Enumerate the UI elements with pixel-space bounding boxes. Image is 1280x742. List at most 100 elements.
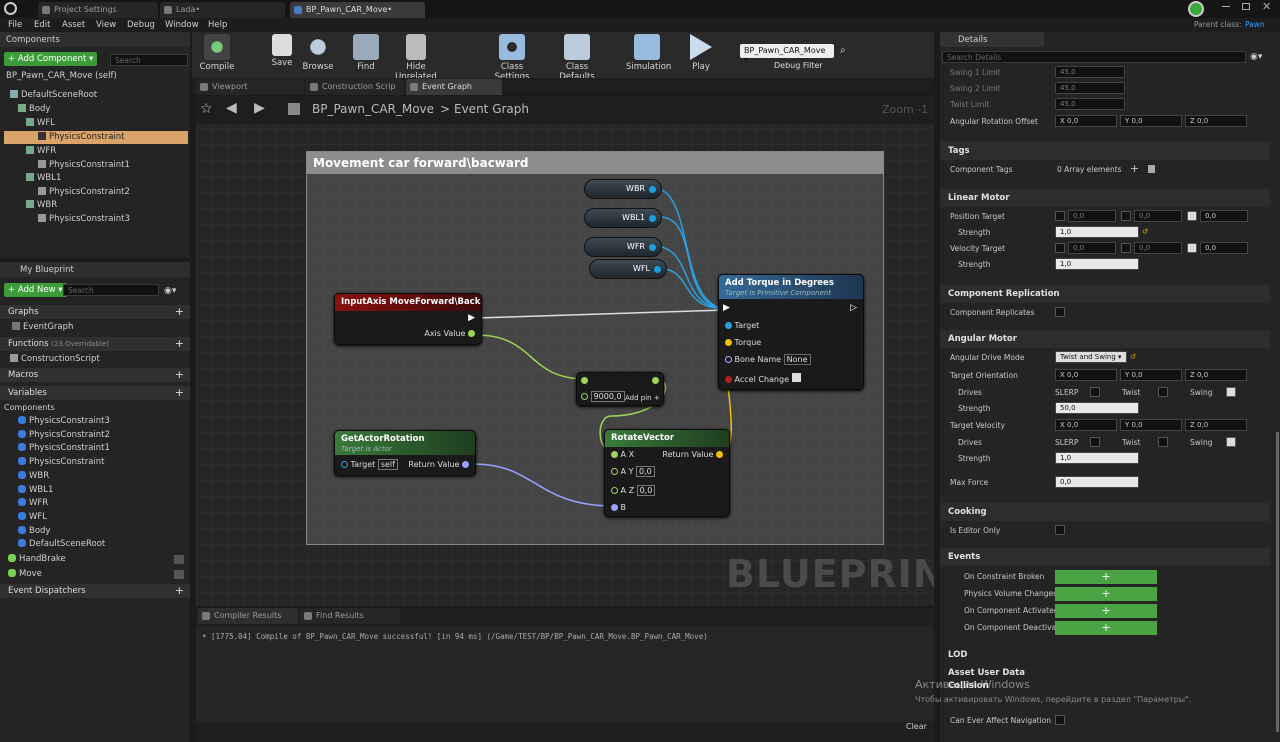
add-variable-icon[interactable]: + <box>175 386 184 399</box>
add-torque-node[interactable]: Add Torque in Degrees Target is Primitive… <box>718 274 864 390</box>
axis-value-pin[interactable]: Axis Value <box>424 329 475 338</box>
unreal-logo-icon[interactable] <box>4 2 17 15</box>
tags-section[interactable]: Tags <box>940 142 1270 160</box>
offset-z-field[interactable]: Z 0,0 <box>1185 115 1247 127</box>
pin-out-icon[interactable] <box>654 266 661 273</box>
linear-motor-section[interactable]: Linear Motor <box>940 189 1270 207</box>
trash-icon[interactable] <box>1148 165 1155 173</box>
play-button[interactable]: Play <box>686 34 716 72</box>
drive-mode-select[interactable]: Twist and Swing ▾ <box>1055 351 1127 363</box>
var-physicsconstraint1[interactable]: PhysicsConstraint1 <box>18 442 110 455</box>
components-category[interactable]: Components <box>4 401 55 414</box>
add-pin-button[interactable]: Add pin + <box>625 394 660 402</box>
window-minimize-button[interactable] <box>1222 6 1230 7</box>
tab-construction-script[interactable]: Construction Scrip <box>306 79 404 95</box>
pos-x-checkbox[interactable] <box>1055 211 1065 221</box>
pos-strength-field[interactable]: 1,0 <box>1055 226 1139 238</box>
components-search-input[interactable]: Search <box>110 54 188 66</box>
tab-project-settings[interactable]: Project Settings <box>38 2 158 18</box>
vel-x-checkbox[interactable] <box>1055 243 1065 253</box>
pos-y-field[interactable]: 0,0 <box>1134 210 1182 222</box>
var-physicsconstraint[interactable]: PhysicsConstraint <box>18 456 105 469</box>
multiply-value-pin[interactable]: 9000,0 <box>581 391 625 402</box>
menu-file[interactable]: File <box>8 20 22 30</box>
vel-twist-checkbox[interactable] <box>1158 437 1168 447</box>
tab-viewport[interactable]: Viewport <box>196 79 304 95</box>
tree-wbr[interactable]: WBR <box>26 199 57 212</box>
menu-edit[interactable]: Edit <box>34 20 50 30</box>
class-settings-button[interactable]: Class Settings <box>484 34 540 82</box>
add-event-button[interactable]: + <box>1055 604 1157 618</box>
class-defaults-button[interactable]: Class Defaults <box>548 34 606 82</box>
tab-bp-pawn-car-move[interactable]: BP_Pawn_CAR_Move• <box>290 2 425 18</box>
multiply-value-field[interactable]: 9000,0 <box>590 391 625 402</box>
orient-strength-field[interactable]: 50,0 <box>1055 402 1139 414</box>
exec-out-pin-icon[interactable]: ▶ <box>468 313 475 323</box>
details-eye-icon[interactable]: ◉▾ <box>1250 52 1262 62</box>
var-physicsconstraint3[interactable]: PhysicsConstraint3 <box>18 415 110 428</box>
tree-defaultsceneroot[interactable]: DefaultSceneRoot <box>10 89 97 102</box>
tree-wfl[interactable]: WFL <box>26 117 55 130</box>
var-handbrake[interactable]: HandBrake <box>8 553 186 566</box>
exec-in-pin-icon[interactable]: ▶ <box>723 303 730 313</box>
var-body[interactable]: Body <box>18 525 50 538</box>
debug-search-icon[interactable]: ⌕ <box>840 45 846 56</box>
angular-vel-strength-field[interactable]: 1,0 <box>1055 452 1139 464</box>
clear-button[interactable]: Clear <box>906 722 927 731</box>
menu-asset[interactable]: Asset <box>62 20 85 30</box>
tree-body[interactable]: Body <box>18 103 50 116</box>
window-maximize-button[interactable] <box>1242 3 1250 10</box>
parent-class-link[interactable]: Pawn <box>1245 20 1265 29</box>
var-defaultsceneroot[interactable]: DefaultSceneRoot <box>18 538 105 551</box>
orient-x-field[interactable]: X 0,0 <box>1055 369 1117 381</box>
vel-z-field[interactable]: 0,0 <box>1200 242 1248 254</box>
add-component-button[interactable]: + Add Component ▾ <box>4 52 98 66</box>
editor-only-checkbox[interactable] <box>1055 525 1065 535</box>
var-wfr[interactable]: WFR <box>18 497 48 510</box>
debug-filter-select[interactable]: BP_Pawn_CAR_Move ▾ <box>740 44 834 64</box>
pin-out-icon[interactable] <box>649 244 656 251</box>
construction-script-item[interactable]: ConstructionScript <box>10 353 100 366</box>
slerp-checkbox[interactable] <box>1090 387 1100 397</box>
rotate-ay-pin[interactable]: A Y 0,0 <box>611 466 655 477</box>
add-function-icon[interactable]: + <box>175 337 184 350</box>
add-dispatcher-icon[interactable]: + <box>175 584 184 597</box>
bone-name-field[interactable]: None <box>783 354 811 365</box>
vel-x-field[interactable]: 0,0 <box>1068 242 1116 254</box>
multiply-node[interactable]: 9000,0 Add pin + <box>576 372 664 406</box>
accel-change-checkbox[interactable] <box>791 373 801 382</box>
pos-x-field[interactable]: 0,0 <box>1068 210 1116 222</box>
tvel-y-field[interactable]: Y 0,0 <box>1120 419 1182 431</box>
tree-physicsconstraint2[interactable]: PhysicsConstraint2 <box>38 186 130 199</box>
eye-icon[interactable]: ◉▾ <box>164 286 176 296</box>
az-field[interactable]: 0,0 <box>636 485 656 496</box>
input-axis-node[interactable]: InputAxis MoveForward\Back ▶ Axis Value <box>334 293 482 345</box>
tab-find-results[interactable]: Find Results <box>300 608 400 624</box>
add-tag-icon[interactable]: + <box>1130 162 1139 175</box>
tree-physicsconstraint1[interactable]: PhysicsConstraint1 <box>38 159 130 172</box>
float-in-pin-icon[interactable] <box>581 377 588 384</box>
var-wfl[interactable]: WFL <box>18 511 47 524</box>
window-close-button[interactable]: ✕ <box>1262 0 1271 13</box>
rotate-vector-node[interactable]: RotateVector A X A Y 0,0 A Z 0,0 B Retur… <box>604 429 730 517</box>
add-new-button[interactable]: + Add New ▾ <box>4 283 67 297</box>
self-field[interactable]: self <box>377 459 398 470</box>
self-item[interactable]: BP_Pawn_CAR_Move (self) <box>6 70 117 83</box>
event-graph-canvas[interactable]: ☆ ◀ ▶ BP_Pawn_CAR_Move > Event Graph Zoo… <box>196 96 934 606</box>
tree-physicsconstraint3[interactable]: PhysicsConstraint3 <box>38 213 130 226</box>
var-node-wbl1[interactable]: WBL1 <box>584 208 662 228</box>
simulation-button[interactable]: Simulation <box>626 34 671 72</box>
bone-name-pin[interactable]: Bone Name None <box>725 354 811 365</box>
tab-event-graph[interactable]: Event Graph <box>406 79 502 95</box>
graphs-section[interactable]: Graphs + <box>0 305 190 319</box>
pos-z-checkbox[interactable] <box>1187 211 1197 221</box>
replicates-checkbox[interactable] <box>1055 307 1065 317</box>
accel-change-pin[interactable]: Accel Change <box>725 373 801 384</box>
var-node-wbr[interactable]: WBR <box>584 179 662 199</box>
exec-out-pin-icon[interactable]: ▷ <box>850 303 857 313</box>
lod-section[interactable]: LOD <box>940 646 1270 664</box>
twist-limit-field[interactable]: 45,0 <box>1055 98 1125 110</box>
compile-button[interactable]: Compile <box>198 34 236 72</box>
details-search-input[interactable]: Search Details <box>942 51 1246 63</box>
angular-motor-section[interactable]: Angular Motor <box>940 330 1270 348</box>
